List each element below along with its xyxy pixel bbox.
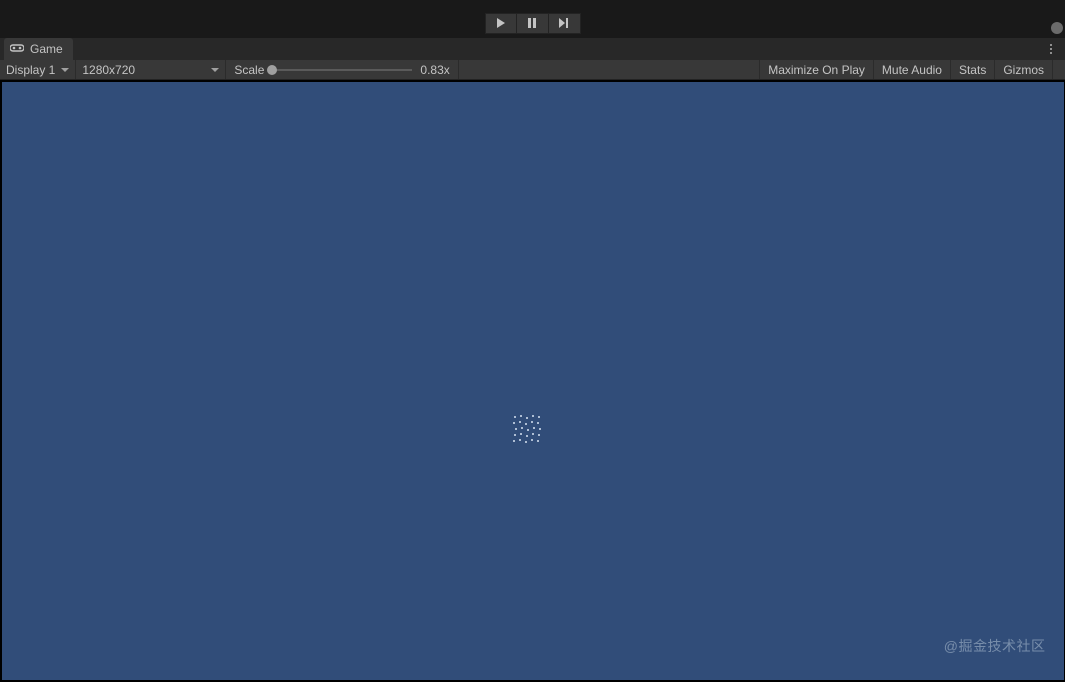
game-options-bar: Display 1 1280x720 Scale 0.83x Maximize … <box>0 60 1065 80</box>
stats-label: Stats <box>959 63 986 77</box>
gizmos-label: Gizmos <box>1003 63 1044 77</box>
pause-button[interactable] <box>517 13 549 34</box>
play-button[interactable] <box>485 13 517 34</box>
tab-game[interactable]: Game <box>4 38 73 60</box>
scale-label: Scale <box>234 63 264 77</box>
scale-group: Scale 0.83x <box>226 60 458 79</box>
tabs-row: Game <box>0 38 1065 60</box>
watermark: @掘金技术社区 <box>944 636 1046 656</box>
play-controls <box>485 13 581 34</box>
mute-audio-toggle[interactable]: Mute Audio <box>873 60 950 79</box>
pause-icon <box>527 18 537 28</box>
resolution-label: 1280x720 <box>82 63 135 77</box>
top-toolbar <box>0 0 1065 38</box>
step-button[interactable] <box>549 13 581 34</box>
step-icon <box>558 18 570 28</box>
play-icon <box>496 18 506 28</box>
game-view-container: @掘金技术社区 <box>0 80 1065 682</box>
mute-label: Mute Audio <box>882 63 942 77</box>
maximize-label: Maximize On Play <box>768 63 865 77</box>
watermark-text: @掘金技术社区 <box>944 636 1046 656</box>
chevron-down-icon <box>211 68 219 72</box>
game-tab-icon <box>10 42 24 56</box>
scale-slider-thumb[interactable] <box>267 65 277 75</box>
chevron-down-icon <box>61 68 69 72</box>
display-dropdown[interactable]: Display 1 <box>0 60 76 79</box>
stats-toggle[interactable]: Stats <box>950 60 994 79</box>
scale-slider[interactable] <box>272 69 412 71</box>
maximize-on-play-toggle[interactable]: Maximize On Play <box>759 60 873 79</box>
tab-options-menu[interactable] <box>1043 38 1059 60</box>
scale-value: 0.83x <box>420 63 449 77</box>
tab-label: Game <box>30 42 63 56</box>
display-label: Display 1 <box>6 63 55 77</box>
resolution-dropdown[interactable]: 1280x720 <box>76 60 226 79</box>
gizmos-toggle[interactable]: Gizmos <box>994 60 1052 79</box>
account-icon[interactable] <box>1051 22 1063 34</box>
scene-object <box>511 413 543 445</box>
gizmos-dropdown[interactable] <box>1052 60 1065 79</box>
game-canvas: @掘金技术社区 <box>2 82 1064 680</box>
